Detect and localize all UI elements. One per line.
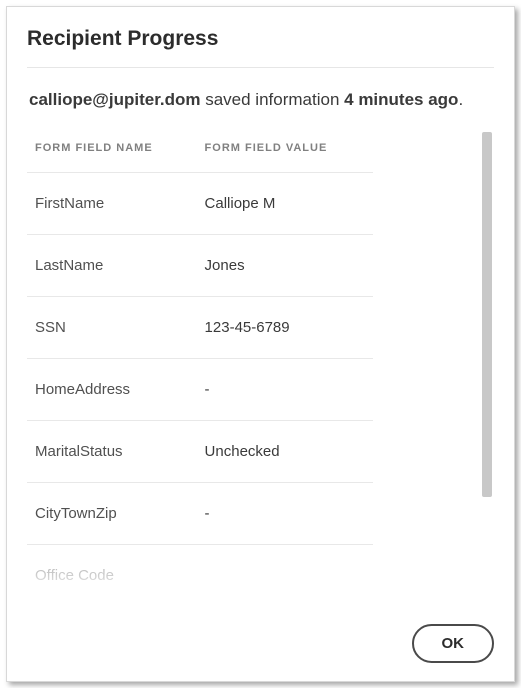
ok-button[interactable]: OK <box>412 624 495 663</box>
cell-field-name: LastName <box>27 235 197 297</box>
dialog-title: Recipient Progress <box>27 27 494 51</box>
status-suffix: . <box>458 90 463 109</box>
table-row: Office Code <box>27 545 373 601</box>
cell-field-value <box>197 545 373 601</box>
scrollbar-thumb[interactable] <box>482 132 492 497</box>
cell-field-name: MaritalStatus <box>27 421 197 483</box>
scrollbar[interactable] <box>480 132 494 600</box>
table-scroll-area: Form Field Name Form Field Value FirstNa… <box>27 132 474 600</box>
table-row: SSN 123-45-6789 <box>27 297 373 359</box>
divider <box>27 67 494 68</box>
cell-field-name: HomeAddress <box>27 359 197 421</box>
recipient-progress-dialog: Recipient Progress calliope@jupiter.dom … <box>6 6 515 682</box>
cell-field-value: - <box>197 359 373 421</box>
cell-field-name: FirstName <box>27 173 197 235</box>
status-email: calliope@jupiter.dom <box>29 90 201 109</box>
table-row: HomeAddress - <box>27 359 373 421</box>
cell-field-value: - <box>197 483 373 545</box>
table-row: MaritalStatus Unchecked <box>27 421 373 483</box>
cell-field-name: SSN <box>27 297 197 359</box>
status-middle: saved information <box>201 90 345 109</box>
cell-field-value: Jones <box>197 235 373 297</box>
cell-field-value: 123-45-6789 <box>197 297 373 359</box>
cell-field-name: Office Code <box>27 545 197 601</box>
cell-field-value: Calliope M <box>197 173 373 235</box>
form-fields-table: Form Field Name Form Field Value FirstNa… <box>27 132 373 600</box>
cell-field-name: CityTownZip <box>27 483 197 545</box>
table-row: FirstName Calliope M <box>27 173 373 235</box>
status-time: 4 minutes ago <box>344 90 458 109</box>
col-header-value: Form Field Value <box>197 132 373 173</box>
col-header-name: Form Field Name <box>27 132 197 173</box>
status-line: calliope@jupiter.dom saved information 4… <box>29 90 494 110</box>
table-row: CityTownZip - <box>27 483 373 545</box>
cell-field-value: Unchecked <box>197 421 373 483</box>
dialog-footer: OK <box>27 600 494 663</box>
table-row: LastName Jones <box>27 235 373 297</box>
